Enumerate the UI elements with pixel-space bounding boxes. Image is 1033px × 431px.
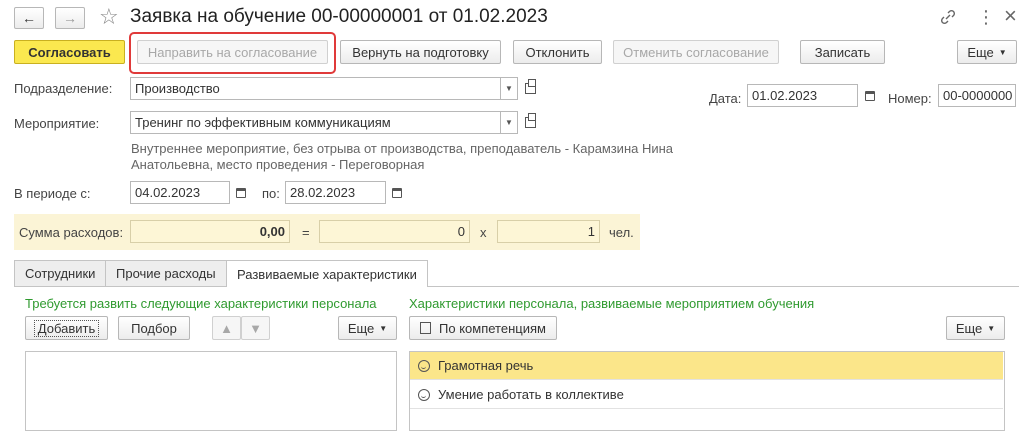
expenses-label: Сумма расходов: [19,225,124,240]
right-more-button[interactable]: Еще ▼ [946,316,1005,340]
page-title: Заявка на обучение 00-00000001 от 01.02.… [130,6,548,27]
participants-unit: чел. [609,225,634,240]
smile-icon [418,359,430,372]
approve-button[interactable]: Согласовать [14,40,125,64]
add-label: Добавить [33,319,100,337]
list-item-label: Грамотная речь [438,358,534,373]
back-button[interactable]: ← [14,7,44,29]
department-dropdown-button[interactable]: ▼ [500,77,518,100]
number-label: Номер: [888,91,932,106]
list-icon [420,322,432,334]
event-description-line2: Анатольевна, место проведения - Перегово… [131,157,425,172]
period-from-field[interactable]: 04.02.2023 [130,181,230,204]
event-field[interactable]: Тренинг по эффективным коммуникациям [130,111,501,134]
left-panel-heading: Требуется развить следующие характеристи… [25,296,377,311]
link-icon[interactable] [940,9,956,25]
list-item[interactable]: Грамотная речь [410,352,1003,380]
department-field[interactable]: Производство [130,77,501,100]
times-sign: x [480,225,487,240]
arrow-left-icon: ← [22,10,36,26]
save-button[interactable]: Записать [800,40,885,64]
event-label: Мероприятие: [14,116,100,131]
department-label: Подразделение: [14,81,113,96]
period-to-field[interactable]: 28.02.2023 [285,181,386,204]
date-label: Дата: [709,91,742,106]
star-icon[interactable]: ☆ [99,4,119,30]
chevron-down-icon: ▼ [998,47,1007,57]
chevron-down-icon: ▼ [987,323,996,333]
move-down-button[interactable]: ▼ [241,316,270,340]
date-calendar-button[interactable] [860,84,880,107]
calendar-icon [392,187,402,198]
number-field[interactable]: 00-0000000 [938,84,1016,107]
more-label: Еще [347,320,375,336]
more-icon[interactable]: ⋮ [977,7,995,28]
expenses-total-field[interactable]: 0,00 [130,220,290,243]
open-icon [524,113,536,128]
left-characteristics-list[interactable] [25,351,397,431]
move-up-button[interactable]: ▲ [212,316,241,340]
close-icon[interactable]: × [1004,3,1017,29]
return-to-preparation-button[interactable]: Вернуть на подготовку [340,40,501,64]
arrow-up-icon: ▲ [220,320,233,336]
expenses-per-person-field[interactable]: 0 [319,220,470,243]
calendar-icon [236,187,246,198]
chevron-down-icon: ▼ [505,118,513,127]
tab-employees[interactable]: Сотрудники [14,260,107,286]
chevron-down-icon: ▼ [505,84,513,93]
pick-button[interactable]: Подбор [118,316,190,340]
event-dropdown-button[interactable]: ▼ [500,111,518,134]
send-for-approval-button[interactable]: Направить на согласование [137,40,328,64]
more-label: Еще [967,44,994,60]
by-competencies-button[interactable]: По компетенциям [409,316,557,340]
tab-developed-characteristics[interactable]: Развиваемые характеристики [226,260,428,287]
list-item[interactable]: Умение работать в коллективе [410,381,1003,409]
date-field[interactable]: 01.02.2023 [747,84,858,107]
chevron-down-icon: ▼ [379,323,388,333]
tab-other-expenses[interactable]: Прочие расходы [105,260,227,286]
smile-icon [418,388,430,401]
arrow-right-icon: → [63,10,77,26]
more-menu-button[interactable]: Еще ▼ [957,40,1017,64]
reject-button[interactable]: Отклонить [513,40,602,64]
list-item-label: Умение работать в коллективе [438,387,624,402]
event-open-button[interactable] [520,111,540,134]
add-button[interactable]: Добавить [25,316,108,340]
arrow-down-icon: ▼ [249,320,262,336]
open-icon [524,79,536,94]
department-open-button[interactable] [520,77,540,100]
equals-sign: = [302,225,310,240]
by-competencies-label: По компетенциям [439,320,546,336]
tabs-baseline [14,286,1019,287]
period-label: В периоде с: [14,186,91,201]
forward-button[interactable]: → [55,7,85,29]
calendar-icon [865,90,875,101]
right-panel-heading: Характеристики персонала, развиваемые ме… [409,296,815,311]
more-label: Еще [955,320,983,336]
period-from-calendar-button[interactable] [231,181,251,204]
participants-count-field[interactable]: 1 [497,220,600,243]
event-description-line1: Внутреннее мероприятие, без отрыва от пр… [131,141,674,156]
period-to-calendar-button[interactable] [387,181,407,204]
period-to-label: по: [262,186,280,201]
left-more-button[interactable]: Еще ▼ [338,316,397,340]
cancel-approval-button[interactable]: Отменить согласование [613,40,779,64]
